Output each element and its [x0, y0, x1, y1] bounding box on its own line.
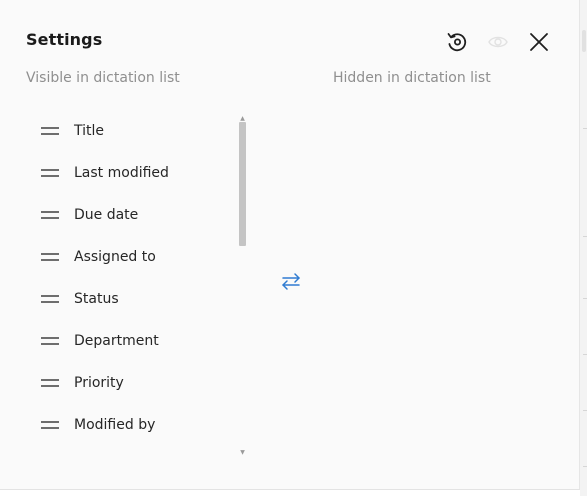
- eye-icon: [488, 36, 508, 48]
- background-window-edge: [580, 0, 587, 496]
- scroll-down-arrow-icon[interactable]: ▼: [239, 450, 246, 456]
- close-button[interactable]: [527, 30, 551, 54]
- list-item-label: Status: [74, 291, 119, 307]
- list-item[interactable]: Due date: [26, 194, 236, 236]
- drag-handle-icon[interactable]: [41, 127, 59, 135]
- list-scrollbar[interactable]: ▲ ▼: [239, 116, 246, 456]
- hidden-column-label: Hidden in dictation list: [333, 70, 491, 86]
- visible-column-label: Visible in dictation list: [26, 70, 180, 86]
- drag-handle-icon[interactable]: [41, 169, 59, 177]
- history-reset-icon: [447, 33, 467, 52]
- background-divider: [583, 236, 587, 237]
- close-icon: [530, 33, 548, 51]
- list-item[interactable]: Assigned to: [26, 236, 236, 278]
- list-item-label: Assigned to: [74, 249, 156, 265]
- list-item-label: Modified by: [74, 417, 156, 433]
- hidden-fields-list: [333, 110, 563, 455]
- reset-button[interactable]: [445, 30, 469, 54]
- background-divider: [583, 128, 587, 129]
- visible-fields-list: Title Last modified Due date Assigned to…: [26, 110, 236, 455]
- drag-handle-icon[interactable]: [41, 379, 59, 387]
- scrollbar-thumb[interactable]: [239, 122, 246, 246]
- swap-columns-button[interactable]: [279, 269, 303, 293]
- settings-panel: Settings Visible in dictation list Hidde…: [0, 0, 580, 490]
- list-item[interactable]: Title: [26, 110, 236, 152]
- visibility-button[interactable]: [486, 30, 510, 54]
- background-divider: [583, 298, 587, 299]
- drag-handle-icon[interactable]: [41, 295, 59, 303]
- list-item[interactable]: Modified by: [26, 404, 236, 446]
- background-divider: [583, 410, 587, 411]
- swap-arrows-icon: [282, 273, 300, 290]
- list-item-label: Priority: [74, 375, 124, 391]
- list-item-label: Due date: [74, 207, 139, 223]
- list-item[interactable]: Department: [26, 320, 236, 362]
- drag-handle-icon[interactable]: [41, 253, 59, 261]
- background-scrollbar: [582, 30, 586, 52]
- list-item[interactable]: Priority: [26, 362, 236, 404]
- drag-handle-icon[interactable]: [41, 211, 59, 219]
- list-item-label: Title: [74, 123, 105, 139]
- list-item[interactable]: Status: [26, 278, 236, 320]
- list-item-label: Department: [74, 333, 159, 349]
- background-divider: [583, 466, 587, 467]
- drag-handle-icon[interactable]: [41, 337, 59, 345]
- drag-handle-icon[interactable]: [41, 421, 59, 429]
- list-item-label: Last modified: [74, 165, 169, 181]
- background-divider: [583, 354, 587, 355]
- settings-title: Settings: [26, 30, 103, 49]
- list-item[interactable]: Last modified: [26, 152, 236, 194]
